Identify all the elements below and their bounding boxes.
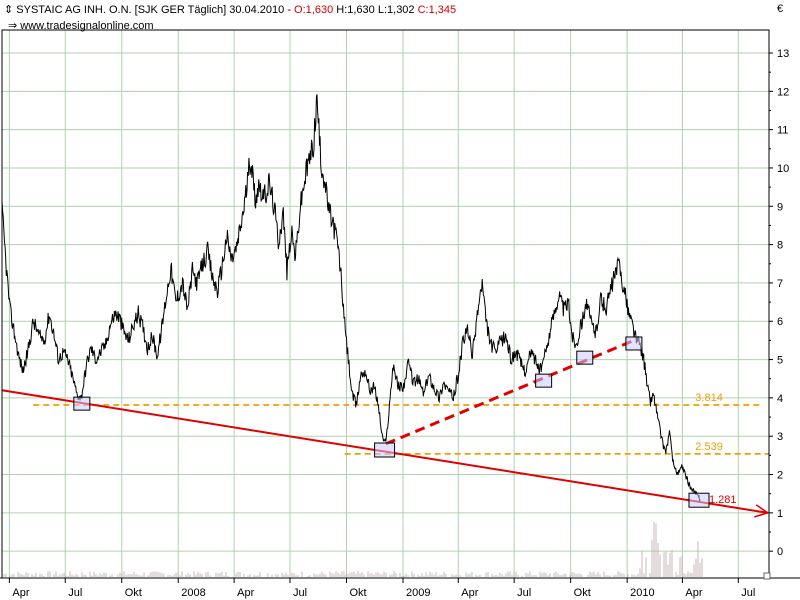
y-tick-label: 3 bbox=[777, 431, 783, 443]
x-tick-label: 2010 bbox=[630, 587, 654, 599]
point-markers bbox=[73, 336, 710, 508]
x-tick-label: Jul bbox=[68, 587, 82, 599]
close-value: C:1,345 bbox=[417, 4, 457, 16]
y-tick-label: 6 bbox=[777, 316, 783, 328]
x-tick-label: Jul bbox=[517, 587, 531, 599]
y-tick-label: 11 bbox=[777, 125, 788, 137]
x-tick-label: Okt bbox=[350, 587, 367, 599]
y-tick-label: 0 bbox=[777, 546, 783, 558]
volume-bars bbox=[3, 522, 703, 577]
point-marker bbox=[576, 350, 594, 365]
y-tick-label: 2 bbox=[777, 470, 783, 482]
x-tick-label: Jul bbox=[293, 587, 307, 599]
y-tick-label: 8 bbox=[777, 240, 783, 252]
y-tick-label: 10 bbox=[777, 163, 789, 175]
plot-frame bbox=[1, 29, 770, 579]
source-url: www.tradesignalonline.com bbox=[20, 20, 154, 32]
resize-grip-icon bbox=[763, 572, 771, 580]
arrow-icon: ⇒ bbox=[8, 20, 18, 32]
y-tick-label: 13 bbox=[777, 48, 789, 60]
x-tick-label: 2009 bbox=[406, 587, 430, 599]
x-tick-label: Okt bbox=[574, 587, 591, 599]
price-series bbox=[1, 94, 701, 502]
chart-header: ⇕ SYSTAIC AG INH. O.N. [SJK GER Täglich]… bbox=[4, 3, 456, 16]
trendlines bbox=[1, 339, 770, 518]
y-tick-label: 9 bbox=[777, 201, 783, 213]
price-chart: 3.8142.5391.281 012345678910111213Apr Jul… bbox=[0, 29, 800, 599]
source-label: ⇒ www.tradesignalonline.com bbox=[8, 19, 154, 32]
x-tick-label: Jul bbox=[741, 587, 755, 599]
price-line bbox=[1, 94, 701, 502]
x-tick-label: Apr bbox=[685, 587, 702, 599]
open-value: O:1,630 bbox=[294, 4, 334, 16]
y-tick-label: 7 bbox=[777, 278, 783, 290]
high-value: H:1,630 bbox=[336, 4, 375, 16]
point-marker bbox=[535, 373, 553, 388]
point-marker bbox=[73, 396, 91, 411]
x-tick-label: Apr bbox=[461, 587, 478, 599]
y-tick-label: 1 bbox=[777, 508, 783, 520]
currency-label: € bbox=[777, 3, 784, 15]
grid bbox=[2, 30, 769, 578]
low-value: L:1,302 bbox=[377, 4, 415, 16]
horizontal-levels: 3.8142.5391.281 bbox=[33, 392, 769, 506]
x-tick-label: Okt bbox=[125, 587, 142, 599]
chart-icon: ⇕ bbox=[4, 4, 14, 16]
x-tick-label: Apr bbox=[237, 587, 254, 599]
y-tick-label: 12 bbox=[777, 86, 789, 98]
point-marker bbox=[625, 336, 643, 351]
y-tick-label: 4 bbox=[777, 393, 783, 405]
point-marker bbox=[688, 492, 710, 508]
x-tick-label: Apr bbox=[12, 587, 29, 599]
level-label: 3.814 bbox=[695, 392, 723, 404]
x-tick-label: 2008 bbox=[181, 587, 205, 599]
level-label: 2.539 bbox=[695, 441, 723, 453]
point-marker bbox=[374, 442, 396, 458]
chart-title: SYSTAIC AG INH. O.N. [SJK GER Täglich] 3… bbox=[16, 4, 295, 16]
y-tick-label: 5 bbox=[777, 355, 783, 367]
